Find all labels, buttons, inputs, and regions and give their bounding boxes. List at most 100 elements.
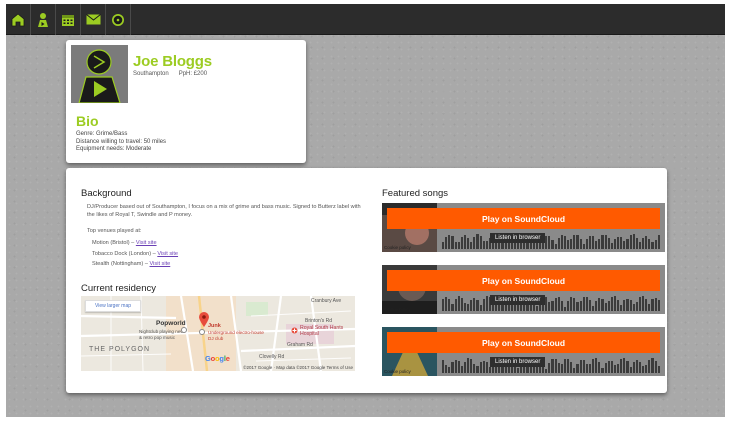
visit-site-link[interactable]: Visit site bbox=[157, 251, 178, 257]
nav-music[interactable] bbox=[106, 4, 131, 35]
play-on-soundcloud-button[interactable]: Play on SoundCloud bbox=[387, 332, 660, 353]
waveform-bar bbox=[651, 299, 654, 311]
waveform-bar bbox=[473, 236, 476, 249]
waveform-bar bbox=[620, 359, 623, 373]
background-title: Background bbox=[81, 188, 132, 199]
waveform-bar bbox=[607, 361, 610, 373]
nav-calendar[interactable] bbox=[56, 4, 81, 35]
listen-in-browser-button[interactable]: Listen in browser bbox=[490, 357, 546, 367]
waveform-bar bbox=[573, 297, 576, 311]
play-on-soundcloud-button[interactable]: Play on SoundCloud bbox=[387, 270, 660, 291]
waveform-bar bbox=[460, 365, 463, 373]
waveform-bar bbox=[582, 360, 585, 373]
waveform-bar bbox=[570, 297, 573, 311]
waveform-bar bbox=[623, 300, 626, 311]
waveform-bar bbox=[579, 239, 582, 249]
waveform-bar bbox=[473, 297, 476, 311]
waveform-bar bbox=[592, 305, 595, 311]
bio-title: Bio bbox=[76, 113, 99, 129]
waveform-bar bbox=[548, 362, 551, 373]
waveform-bar bbox=[460, 237, 463, 249]
visit-site-link[interactable]: Visit site bbox=[136, 240, 157, 246]
waveform-bar bbox=[651, 242, 654, 249]
waveform-bar bbox=[526, 243, 529, 249]
waveform-bar bbox=[545, 235, 548, 249]
waveform-bar bbox=[551, 301, 554, 311]
waveform-bar bbox=[567, 358, 570, 373]
waveform-bar bbox=[620, 237, 623, 249]
residency-title: Current residency bbox=[81, 283, 156, 294]
waveform[interactable] bbox=[442, 234, 660, 249]
waveform-bar bbox=[545, 368, 548, 373]
waveform-bar bbox=[563, 359, 566, 373]
waveform-bar bbox=[610, 242, 613, 249]
waveform-bar bbox=[648, 359, 651, 373]
waveform-bar bbox=[654, 297, 657, 311]
waveform-bar bbox=[648, 238, 651, 249]
nav-messages[interactable] bbox=[81, 4, 106, 35]
waveform-bar bbox=[560, 363, 563, 373]
map-footer[interactable]: ©2017 Google · Map data ©2017 Google Ter… bbox=[243, 365, 353, 370]
waveform-bar bbox=[592, 359, 595, 373]
listen-in-browser-button[interactable]: Listen in browser bbox=[490, 233, 546, 243]
waveform-bar bbox=[442, 242, 445, 249]
waveform-bar bbox=[645, 299, 648, 311]
background-text: DJ/Producer based out of Southampton, I … bbox=[87, 204, 361, 218]
soundcloud-widget: Play on SoundCloud Listen in browser Coo… bbox=[382, 203, 665, 252]
profile-meta: Southampton PpH: £200 bbox=[133, 71, 207, 77]
waveform[interactable] bbox=[442, 296, 660, 311]
map-label-popworld: Popworld bbox=[156, 320, 186, 327]
waveform-bar bbox=[576, 235, 579, 249]
residency-map[interactable]: View larger map Popworld Nightclub playi… bbox=[81, 296, 355, 371]
venue-list: Motion (Bristol) – Visit site Tobacco Do… bbox=[92, 238, 178, 270]
waveform-bar bbox=[579, 301, 582, 311]
profile-card: Joe Bloggs Southampton PpH: £200 Bio Gen… bbox=[66, 40, 306, 163]
waveform-bar bbox=[617, 363, 620, 373]
cookie-policy-link[interactable]: Cookie policy bbox=[384, 245, 411, 250]
waveform-bar bbox=[626, 298, 629, 311]
waveform-bar bbox=[570, 362, 573, 373]
waveform-bar bbox=[470, 300, 473, 311]
venue-name: Stealth (Nottingham) – bbox=[92, 261, 150, 267]
nav-profile[interactable] bbox=[31, 4, 56, 35]
nav-home[interactable] bbox=[6, 4, 31, 35]
waveform-bar bbox=[626, 239, 629, 249]
waveform-bar bbox=[551, 239, 554, 249]
waveform-bar bbox=[595, 358, 598, 373]
waveform-bar bbox=[460, 297, 463, 311]
waveform-bar bbox=[517, 367, 520, 373]
bio-details: Genre: Grime/Bass Distance willing to tr… bbox=[76, 131, 166, 154]
cookie-policy-link[interactable]: Cookie policy bbox=[384, 369, 411, 374]
waveform-bar bbox=[463, 235, 466, 249]
map-label-clovelly: Clovelly Rd bbox=[259, 354, 285, 360]
profile-rate: PpH: £200 bbox=[178, 71, 208, 77]
waveform-bar bbox=[570, 238, 573, 249]
waveform-bar bbox=[648, 303, 651, 311]
waveform-bar bbox=[560, 301, 563, 311]
play-on-soundcloud-button[interactable]: Play on SoundCloud bbox=[387, 208, 660, 229]
waveform-bar bbox=[463, 302, 466, 311]
cookie-policy-link[interactable]: Cookie policy bbox=[384, 307, 411, 312]
waveform[interactable] bbox=[442, 358, 660, 373]
waveform-bar bbox=[598, 298, 601, 311]
waveform-bar bbox=[632, 362, 635, 373]
waveform-bar bbox=[482, 299, 485, 311]
waveform-bar bbox=[629, 234, 632, 249]
waveform-bar bbox=[654, 361, 657, 373]
person-icon bbox=[38, 12, 48, 27]
waveform-bar bbox=[454, 359, 457, 373]
visit-site-link[interactable]: Visit site bbox=[150, 261, 171, 267]
waveform-bar bbox=[573, 235, 576, 249]
waveform-bar bbox=[601, 234, 604, 249]
waveform-bar bbox=[467, 304, 470, 311]
map-label-graham: Graham Rd bbox=[287, 342, 313, 348]
view-larger-map-link[interactable]: View larger map bbox=[85, 300, 141, 312]
waveform-bar bbox=[479, 304, 482, 311]
waveform-bar bbox=[567, 240, 570, 249]
waveform-bar bbox=[451, 236, 454, 249]
listen-in-browser-button[interactable]: Listen in browser bbox=[490, 295, 546, 305]
page-background: Joe Bloggs Southampton PpH: £200 Bio Gen… bbox=[6, 4, 725, 417]
waveform-bar bbox=[629, 366, 632, 373]
waveform-bar bbox=[617, 236, 620, 249]
waveform-bar bbox=[632, 234, 635, 249]
